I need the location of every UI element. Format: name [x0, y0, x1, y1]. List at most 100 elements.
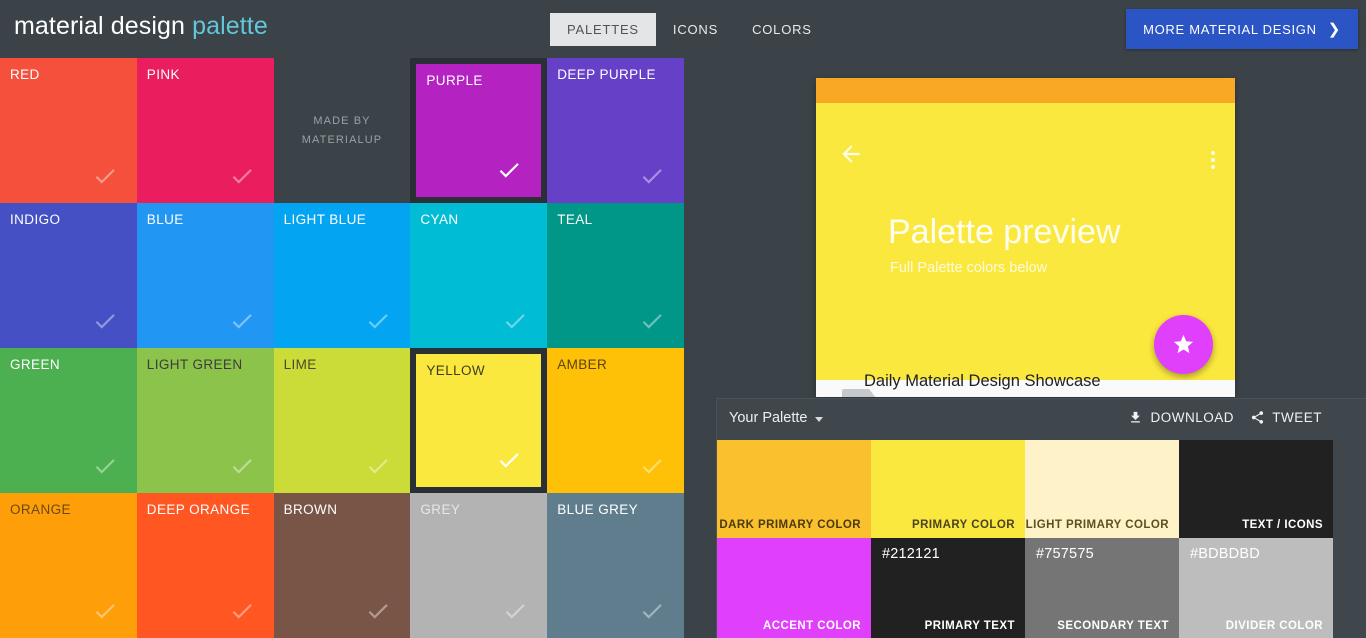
- color-tile-label: ORANGE: [10, 502, 71, 517]
- more-material-design-label: MORE MATERIAL DESIGN: [1143, 22, 1317, 37]
- color-tile-green[interactable]: GREEN: [0, 348, 137, 493]
- color-tile-yellow[interactable]: YELLOW: [416, 354, 541, 487]
- more-vert-icon[interactable]: [1211, 151, 1215, 169]
- color-cell: CYAN: [410, 203, 547, 348]
- check-icon: [639, 308, 665, 334]
- check-icon: [502, 598, 528, 624]
- tab-colors[interactable]: COLORS: [735, 13, 829, 46]
- color-tile-label: INDIGO: [10, 212, 60, 227]
- palette-preview-card: Palette preview Full Palette colors belo…: [816, 78, 1235, 397]
- color-cell: GREEN: [0, 348, 137, 493]
- color-tile-light-green[interactable]: LIGHT GREEN: [137, 348, 274, 493]
- color-tile-deep-purple[interactable]: DEEP PURPLE: [547, 58, 684, 203]
- swatch-secondary-text[interactable]: #757575SECONDARY TEXT: [1025, 538, 1179, 638]
- your-palette-toolbar: Your Palette DOWNLOAD TWEET: [717, 399, 1366, 440]
- swatch-label: TEXT / ICONS: [1242, 519, 1323, 531]
- check-icon: [496, 157, 522, 183]
- color-tile-teal[interactable]: TEAL: [547, 203, 684, 348]
- color-tile-brown[interactable]: BROWN: [274, 493, 411, 638]
- color-tile-label: GREY: [420, 502, 460, 517]
- more-vert-dot: [1211, 158, 1215, 162]
- check-icon: [639, 453, 665, 479]
- made-by-text: MADE BYMATERIALUP: [302, 112, 382, 149]
- color-tile-label: CYAN: [420, 212, 458, 227]
- made-by-line-2: MATERIALUP: [302, 131, 382, 150]
- check-icon: [229, 163, 255, 189]
- color-tile-label: AMBER: [557, 357, 607, 372]
- more-material-design-button[interactable]: MORE MATERIAL DESIGN ❯: [1126, 9, 1358, 49]
- color-tile-cyan[interactable]: CYAN: [410, 203, 547, 348]
- check-icon: [365, 453, 391, 479]
- color-tile-indigo[interactable]: INDIGO: [0, 203, 137, 348]
- your-palette-dropdown[interactable]: Your Palette: [729, 410, 823, 426]
- swatch-label: DARK PRIMARY COLOR: [719, 519, 861, 531]
- color-tile-grey[interactable]: GREY: [410, 493, 547, 638]
- color-palette-grid: RED PINK MADE BYMATERIALUP PURPLE DEEP PURPL…: [0, 58, 684, 638]
- color-cell: YELLOW: [410, 348, 547, 493]
- color-cell: BROWN: [274, 493, 411, 638]
- check-icon: [502, 308, 528, 334]
- check-icon: [92, 598, 118, 624]
- color-tile-label: LIGHT GREEN: [147, 357, 243, 372]
- swatch-dark-primary-color[interactable]: DARK PRIMARY COLOR: [717, 440, 871, 538]
- color-tile-label: TEAL: [557, 212, 592, 227]
- color-tile-orange[interactable]: ORANGE: [0, 493, 137, 638]
- color-cell: INDIGO: [0, 203, 137, 348]
- color-cell: BLUE: [137, 203, 274, 348]
- color-tile-purple[interactable]: PURPLE: [416, 64, 541, 197]
- download-button[interactable]: DOWNLOAD: [1128, 410, 1234, 425]
- color-cell: PINK: [137, 58, 274, 203]
- tab-palettes[interactable]: PALETTES: [550, 13, 656, 46]
- preview-list-item-title: Daily Material Design Showcase: [864, 372, 1101, 391]
- check-icon: [639, 163, 665, 189]
- color-cell: LIGHT BLUE: [274, 203, 411, 348]
- arrow-left-icon[interactable]: [838, 141, 864, 167]
- preview-list-item[interactable]: Daily Material Design Showcase With the …: [816, 380, 1235, 397]
- swatch-label: DIVIDER COLOR: [1226, 620, 1323, 632]
- color-cell: GREY: [410, 493, 547, 638]
- preview-fab-button[interactable]: [1154, 315, 1213, 374]
- swatch-hex-value: #BDBDBD: [1190, 546, 1260, 562]
- color-tile-amber[interactable]: AMBER: [547, 348, 684, 493]
- check-icon: [229, 308, 255, 334]
- color-cell: ORANGE: [0, 493, 137, 638]
- color-tile-deep-orange[interactable]: DEEP ORANGE: [137, 493, 274, 638]
- color-tile-pink[interactable]: PINK: [137, 58, 274, 203]
- swatch-primary-text[interactable]: #212121PRIMARY TEXT: [871, 538, 1025, 638]
- made-by-credit: MADE BYMATERIALUP: [274, 58, 411, 203]
- check-icon: [365, 308, 391, 334]
- swatch-text-icons[interactable]: TEXT / ICONS: [1179, 440, 1333, 538]
- main-nav: PALETTESICONSCOLORS: [550, 13, 829, 46]
- color-cell: PURPLE: [410, 58, 547, 203]
- tweet-button[interactable]: TWEET: [1250, 410, 1322, 425]
- color-tile-red[interactable]: RED: [0, 58, 137, 203]
- color-tile-light-blue[interactable]: LIGHT BLUE: [274, 203, 411, 348]
- color-tile-label: PURPLE: [426, 73, 482, 88]
- color-tile-blue-grey[interactable]: BLUE GREY: [547, 493, 684, 638]
- color-tile-label: PINK: [147, 67, 180, 82]
- check-icon: [229, 598, 255, 624]
- check-icon: [365, 598, 391, 624]
- tab-icons[interactable]: ICONS: [656, 13, 735, 46]
- your-palette-panel: Your Palette DOWNLOAD TWEET DARK PRIMARY…: [716, 398, 1366, 638]
- check-icon: [92, 453, 118, 479]
- share-icon: [1250, 410, 1265, 425]
- download-label: DOWNLOAD: [1150, 410, 1234, 425]
- color-cell: DEEP PURPLE: [547, 58, 684, 203]
- swatch-divider-color[interactable]: #BDBDBD DIVIDER COLOR: [1179, 538, 1333, 638]
- brand-title-accent: palette: [192, 12, 268, 40]
- preview-status-bar: [816, 78, 1235, 103]
- color-tile-lime[interactable]: LIME: [274, 348, 411, 493]
- color-cell: TEAL: [547, 203, 684, 348]
- swatch-primary-color[interactable]: PRIMARY COLOR: [871, 440, 1025, 538]
- swatch-label: SECONDARY TEXT: [1057, 620, 1169, 632]
- swatch-accent-color[interactable]: ACCENT COLOR: [717, 538, 871, 638]
- color-tile-label: BROWN: [284, 502, 338, 517]
- check-icon: [496, 447, 522, 473]
- more-vert-dot: [1211, 165, 1215, 169]
- color-tile-label: DEEP PURPLE: [557, 67, 656, 82]
- star-icon: [1172, 333, 1195, 356]
- swatch-light-primary-color[interactable]: LIGHT PRIMARY COLOR: [1025, 440, 1179, 538]
- color-cell: LIME: [274, 348, 411, 493]
- color-tile-blue[interactable]: BLUE: [137, 203, 274, 348]
